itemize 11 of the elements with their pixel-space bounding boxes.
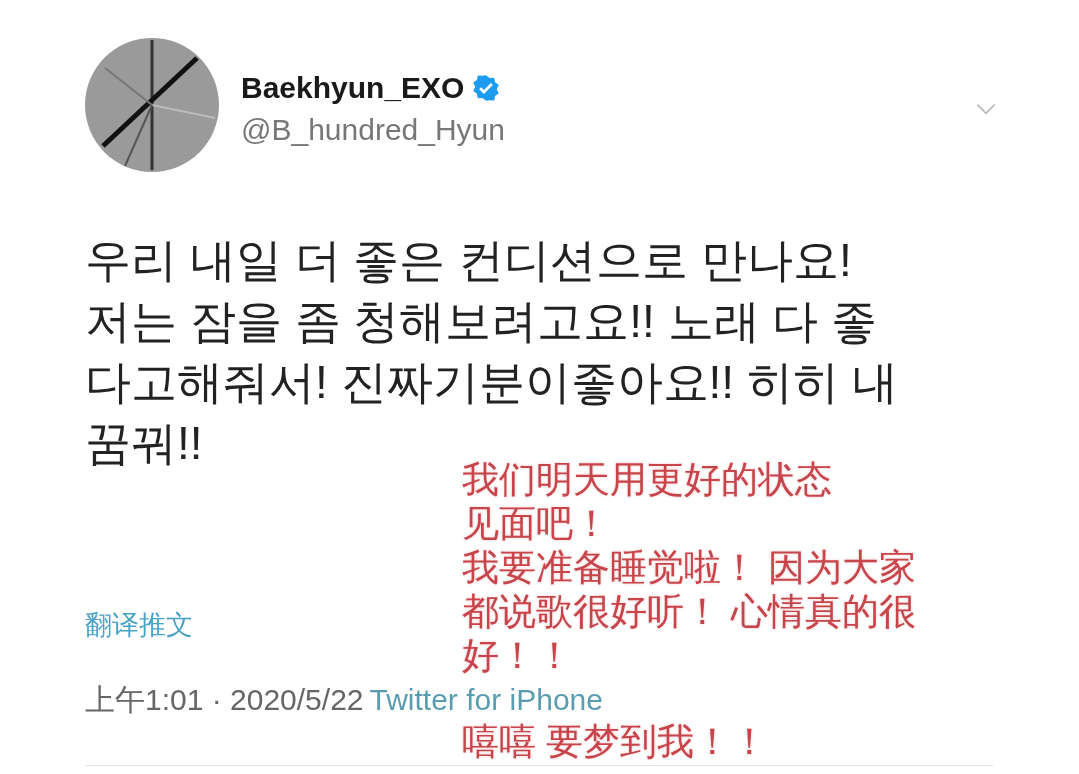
translation-line: 好！！ xyxy=(462,634,573,678)
translation-line: 我要准备睡觉啦！ 因为大家 xyxy=(462,546,917,590)
translation-line: 都说歌很好听！ 心情真的很 xyxy=(462,590,917,634)
translation-line: 见面吧！ xyxy=(462,502,610,546)
translate-link[interactable]: 翻译推文 xyxy=(85,610,193,641)
author-name[interactable]: Baekhyun_EXO xyxy=(241,70,465,106)
source-link[interactable]: Twitter for iPhone xyxy=(369,683,603,717)
author-handle[interactable]: @B_hundred_Hyun xyxy=(241,112,505,148)
translation-line: 嘻嘻 要梦到我！！ xyxy=(462,720,769,764)
avatar-icon[interactable] xyxy=(85,38,219,172)
timestamp: 上午1:01 · 2020/5/22 xyxy=(85,683,364,717)
